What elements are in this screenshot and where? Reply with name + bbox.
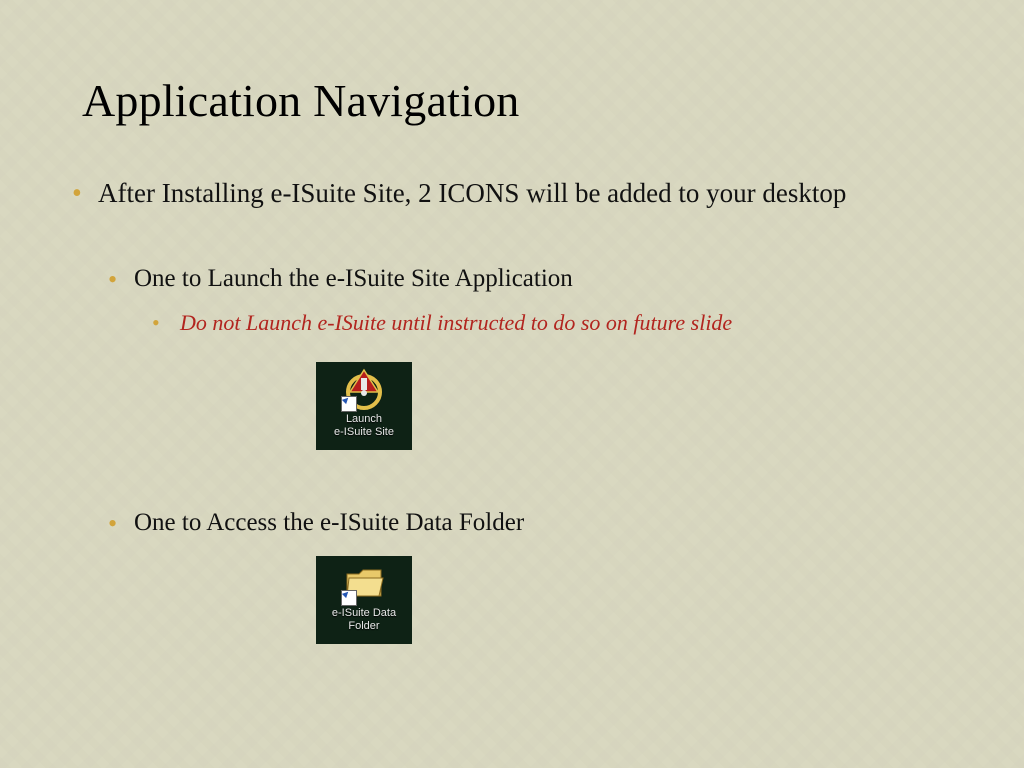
warning-bullet-item: Do not Launch e-ISuite until instructed … bbox=[152, 308, 932, 338]
bullet-list: After Installing e-ISuite Site, 2 ICONS … bbox=[72, 176, 942, 211]
sub-bullet-list: One to Access the e-ISuite Data Folder bbox=[108, 506, 928, 540]
icon-caption-line: Launch bbox=[346, 413, 382, 425]
eisuite-app-icon bbox=[343, 368, 385, 410]
warning-text: Do not Launch e-ISuite until instructed … bbox=[180, 310, 732, 335]
slide-title: Application Navigation bbox=[82, 74, 519, 127]
shortcut-arrow-icon bbox=[341, 396, 357, 412]
sub-bullet-item: One to Access the e-ISuite Data Folder bbox=[108, 506, 928, 540]
launch-eisuite-shortcut-icon: Launch e-ISuite Site bbox=[316, 362, 412, 450]
sub-bullet-list: One to Launch the e-ISuite Site Applicat… bbox=[108, 262, 928, 296]
icon-caption: e-ISuite Data Folder bbox=[332, 607, 396, 632]
sub-bullet-item: One to Launch the e-ISuite Site Applicat… bbox=[108, 262, 928, 296]
bullet-item: After Installing e-ISuite Site, 2 ICONS … bbox=[72, 176, 942, 211]
sub-sub-bullet-list: Do not Launch e-ISuite until instructed … bbox=[152, 308, 932, 338]
eisuite-data-folder-shortcut-icon: e-ISuite Data Folder bbox=[316, 556, 412, 644]
sub-bullet-text: One to Access the e-ISuite Data Folder bbox=[134, 509, 524, 536]
icon-caption-line: e-ISuite Data bbox=[332, 607, 396, 619]
sub-bullet-text: One to Launch the e-ISuite Site Applicat… bbox=[134, 265, 573, 292]
icon-caption-line: Folder bbox=[348, 620, 379, 632]
bullet-text: After Installing e-ISuite Site, 2 ICONS … bbox=[98, 178, 846, 208]
shortcut-arrow-icon bbox=[341, 590, 357, 606]
folder-icon bbox=[343, 562, 385, 604]
icon-caption: Launch e-ISuite Site bbox=[334, 413, 394, 438]
icon-caption-line: e-ISuite Site bbox=[334, 426, 394, 438]
